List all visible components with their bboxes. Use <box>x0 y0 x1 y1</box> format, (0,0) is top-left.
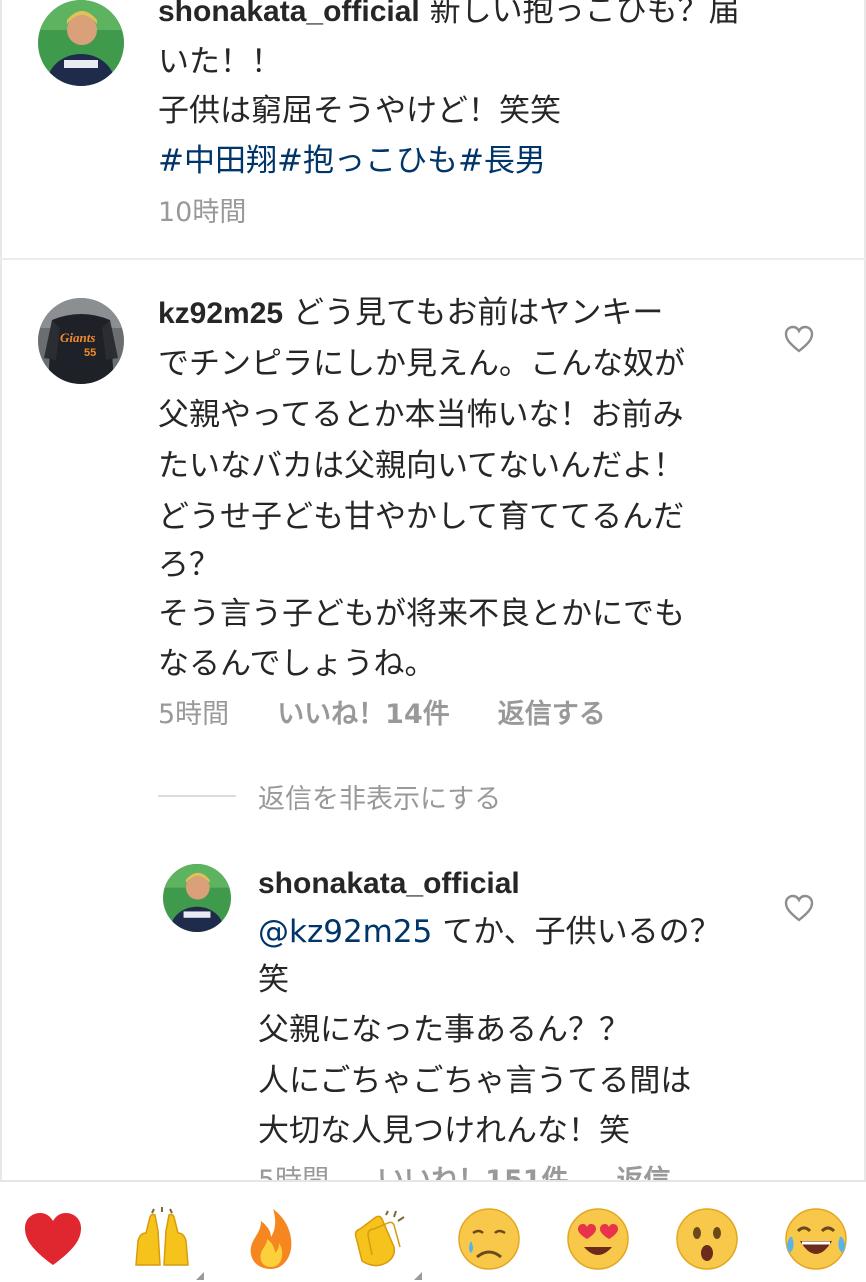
svg-text:55: 55 <box>84 347 96 359</box>
reply-avatar-image <box>163 864 231 932</box>
reply-like-heart-icon[interactable] <box>783 893 815 923</box>
tears-of-joy-face-icon[interactable] <box>781 1204 851 1274</box>
red-heart-icon[interactable] <box>18 1204 88 1274</box>
comment-username[interactable]: kz92m25 <box>158 297 283 330</box>
caption-line-2: いた！！ <box>158 44 282 80</box>
caption-username[interactable]: shonakata_official <box>158 0 420 28</box>
commenter-avatar-image: Giants 55 <box>38 298 124 384</box>
svg-text:Giants: Giants <box>60 330 95 345</box>
avatar-image <box>38 0 124 86</box>
reply-line-5: 大切な人見つけれんな！笑 <box>258 1113 630 1149</box>
avatar[interactable] <box>38 0 124 86</box>
caption-time: 10時間 <box>158 197 247 228</box>
divider <box>0 258 866 260</box>
post-caption: shonakata_official 新しい抱っこひも？届 いた！！ 子供は窮屈… <box>0 0 866 258</box>
comment-reply-button[interactable]: 返信する <box>498 699 606 730</box>
caption-text: shonakata_official 新しい抱っこひも？届 <box>158 0 798 37</box>
heart-eyes-face-icon[interactable] <box>563 1204 633 1274</box>
fire-icon[interactable] <box>236 1204 306 1274</box>
hide-replies-line <box>158 795 236 797</box>
surprised-face-icon[interactable] <box>672 1204 742 1274</box>
reply-mention[interactable]: @kz92m25 <box>258 914 432 950</box>
clapping-hands-icon[interactable] <box>345 1204 415 1274</box>
comment-line-3: 父親やってるとか本当怖いな！お前み <box>158 397 684 433</box>
raising-hands-icon[interactable] <box>127 1204 197 1274</box>
comment-body: kz92m25 どう見てもお前はヤンキー <box>158 288 738 339</box>
comment-meta: 5時間 いいね！14件 返信する <box>158 698 654 732</box>
more-variants-indicator <box>414 1272 422 1280</box>
comment-line-2: でチンピラにしか見えん。こんな奴が <box>158 346 685 382</box>
reply-username[interactable]: shonakata_official <box>258 858 520 909</box>
comment-time: 5時間 <box>158 699 230 730</box>
comment-line-4: たいなバカは父親向いてないんだよ！ <box>158 448 685 484</box>
comment-like-heart-icon[interactable] <box>783 324 815 354</box>
reply-line-4: 人にごちゃごちゃ言うてる間は <box>258 1063 692 1099</box>
hide-replies-toggle[interactable]: 返信を非表示にする <box>158 777 501 816</box>
crying-face-icon[interactable] <box>454 1204 524 1274</box>
comment-line-8: なるんでしょうね。 <box>158 646 436 682</box>
comment-line-7: そう言う子どもが将来不良とかにでも <box>158 596 685 632</box>
caption-line-1: 新しい抱っこひも？届 <box>429 0 740 29</box>
reply-line-1-text: てか、子供いるの？ <box>442 914 721 950</box>
commenter-avatar[interactable]: Giants 55 <box>38 298 124 384</box>
comment-line-1: どう見てもお前はヤンキー <box>292 295 664 331</box>
caption-line-3: 子供は窮屈そうやけど！笑笑 <box>158 93 561 129</box>
more-variants-indicator <box>196 1272 204 1280</box>
reply-line-1: @kz92m25 てか、子供いるの？ <box>258 907 721 958</box>
comment-line-6: ろ？ <box>158 547 220 583</box>
comment-likes[interactable]: いいね！14件 <box>277 699 450 730</box>
reply-line-2: 笑 <box>258 962 289 998</box>
hide-replies-label[interactable]: 返信を非表示にする <box>258 777 501 816</box>
reply-line-3: 父親になった事あるん？？ <box>258 1012 630 1048</box>
comment-line-5: どうせ子ども甘やかして育ててるんだ <box>158 499 685 535</box>
reply-avatar[interactable] <box>163 864 231 932</box>
caption-hashtags[interactable]: #中田翔#抱っこひも#長男 <box>158 136 546 187</box>
